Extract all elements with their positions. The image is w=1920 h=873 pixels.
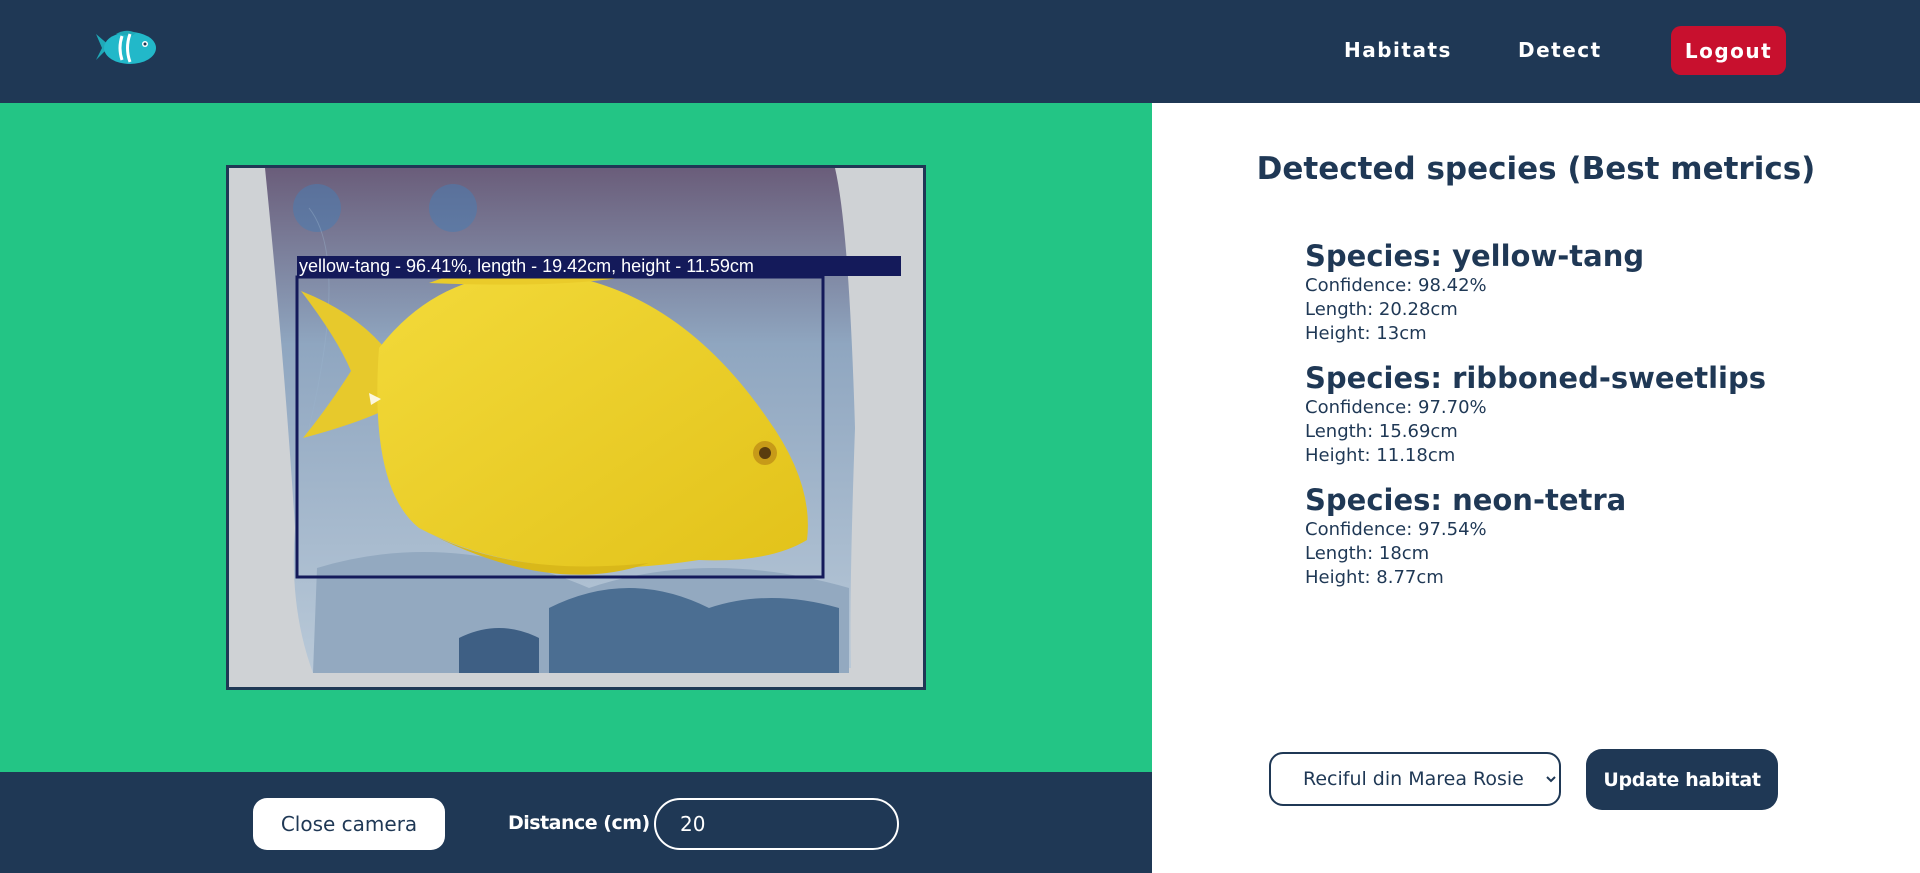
- species-name: Species: ribboned-sweetlips: [1305, 361, 1767, 395]
- close-camera-button[interactable]: Close camera: [253, 798, 445, 850]
- top-navbar: Habitats Detect Logout: [0, 0, 1920, 103]
- species-height: Height: 13cm: [1305, 323, 1427, 344]
- species-item: Species: yellow-tang Confidence: 98.42% …: [1305, 238, 1865, 346]
- species-name: Species: neon-tetra: [1305, 483, 1627, 517]
- results-title: Detected species (Best metrics): [1256, 151, 1816, 187]
- species-length: Length: 18cm: [1305, 543, 1430, 564]
- species-length: Length: 20.28cm: [1305, 299, 1458, 320]
- habitat-select[interactable]: Reciful din Marea Rosie: [1269, 752, 1561, 806]
- fish-logo-icon[interactable]: [94, 26, 160, 70]
- species-confidence: Confidence: 97.70%: [1305, 397, 1487, 418]
- species-height: Height: 11.18cm: [1305, 445, 1456, 466]
- nav-link-habitats[interactable]: Habitats: [1344, 38, 1452, 62]
- camera-feed: yellow-tang - 96.41%, length - 19.42cm, …: [226, 165, 926, 690]
- species-length: Length: 15.69cm: [1305, 421, 1458, 442]
- update-habitat-button[interactable]: Update habitat: [1586, 749, 1778, 810]
- species-confidence: Confidence: 98.42%: [1305, 275, 1487, 296]
- species-name: Species: yellow-tang: [1305, 239, 1645, 273]
- species-list: Species: yellow-tang Confidence: 98.42% …: [1305, 238, 1865, 604]
- species-item: Species: neon-tetra Confidence: 97.54% L…: [1305, 482, 1865, 590]
- species-height: Height: 8.77cm: [1305, 567, 1444, 588]
- detection-label: yellow-tang - 96.41%, length - 19.42cm, …: [299, 256, 754, 276]
- species-confidence: Confidence: 97.54%: [1305, 519, 1487, 540]
- species-item: Species: ribboned-sweetlips Confidence: …: [1305, 360, 1865, 468]
- camera-area: yellow-tang - 96.41%, length - 19.42cm, …: [0, 103, 1152, 772]
- distance-label: Distance (cm): [508, 812, 650, 834]
- nav-link-detect[interactable]: Detect: [1518, 38, 1602, 62]
- distance-input[interactable]: [654, 798, 899, 850]
- camera-controls-bar: Close camera Distance (cm): [0, 772, 1152, 873]
- logout-button[interactable]: Logout: [1671, 26, 1786, 75]
